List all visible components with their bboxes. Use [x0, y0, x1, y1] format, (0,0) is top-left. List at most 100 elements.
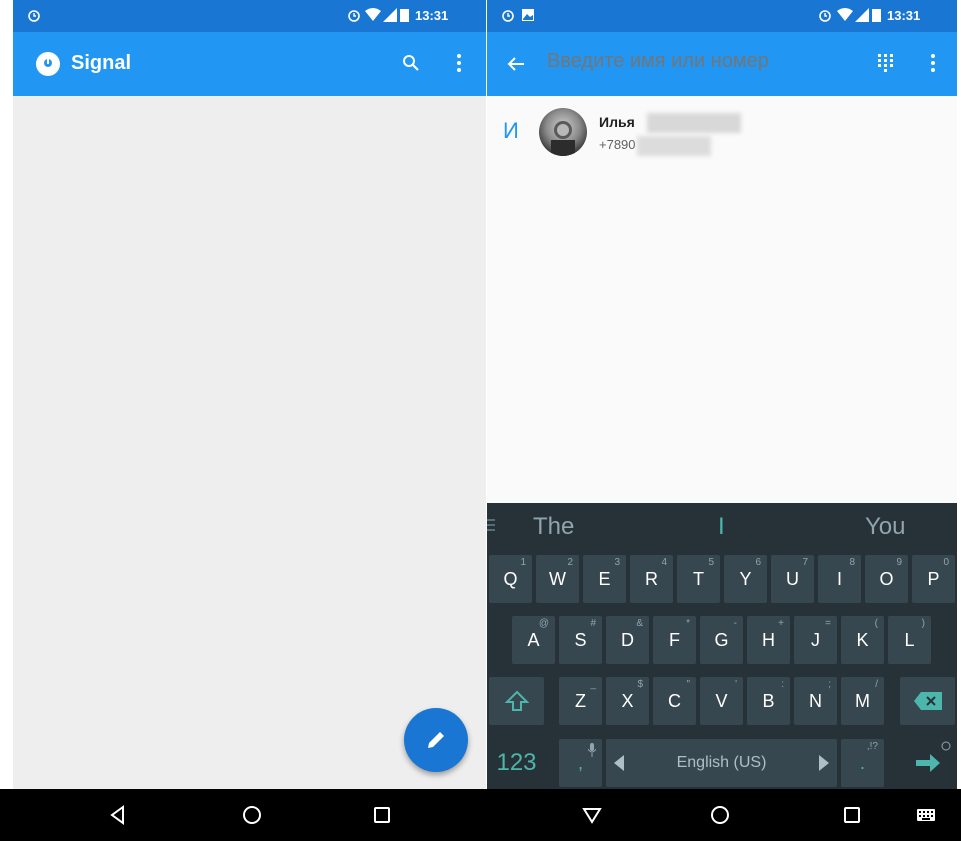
shift-icon [504, 690, 529, 711]
key-label: Y [739, 568, 752, 589]
key-label: C [668, 690, 681, 711]
key-d[interactable]: D & [606, 616, 649, 664]
key-label: , [577, 752, 583, 773]
key-f[interactable]: F * [653, 616, 696, 664]
back-arrow-icon[interactable] [507, 56, 525, 72]
recents-icon[interactable] [368, 801, 396, 829]
search-icon[interactable] [402, 54, 420, 72]
period-key[interactable]: .,!? [841, 739, 884, 787]
key-hint: _ [590, 679, 596, 690]
key-label: F [669, 629, 680, 650]
signal-icon [855, 8, 869, 22]
status-bar: 13:31 [13, 0, 486, 32]
key-p[interactable]: P0 [912, 555, 955, 603]
arrow-left-icon [614, 755, 624, 771]
status-time: 13:31 [887, 8, 921, 23]
key-q[interactable]: Q1 [489, 555, 532, 603]
key-n[interactable]: N; [794, 677, 837, 725]
key-l[interactable]: L) [888, 616, 931, 664]
key-label: J [811, 629, 820, 650]
recents-icon[interactable] [838, 801, 866, 829]
key-hint: 6 [755, 557, 761, 568]
home-icon[interactable] [238, 801, 266, 829]
backspace-key[interactable] [900, 677, 955, 725]
numbers-key[interactable]: 123 [489, 739, 544, 787]
key-j[interactable]: J = [794, 616, 837, 664]
dialpad-icon[interactable] [877, 53, 895, 73]
key-label: N [809, 690, 822, 711]
key-z[interactable]: Z _ [559, 677, 602, 725]
key-b[interactable]: B: [747, 677, 790, 725]
key-hint: 9 [896, 557, 902, 568]
key-e[interactable]: E3 [583, 555, 626, 603]
suggestion-right[interactable]: You [865, 513, 906, 541]
shift-key[interactable] [489, 677, 544, 725]
key-hint: 2 [567, 557, 573, 568]
menu-lines-icon[interactable] [487, 518, 497, 532]
key-hint: $ [637, 679, 643, 690]
key-x[interactable]: X $ [606, 677, 649, 725]
key-label: W [549, 568, 566, 589]
suggestion-middle[interactable]: I [718, 513, 725, 541]
key-label: S [574, 629, 587, 650]
back-down-icon[interactable] [578, 801, 606, 829]
overflow-menu-icon[interactable] [930, 53, 936, 73]
key-o[interactable]: O9 [865, 555, 908, 603]
key-i[interactable]: I8 [818, 555, 861, 603]
key-label: R [645, 568, 658, 589]
redacted-number [637, 136, 711, 156]
compose-fab[interactable] [404, 708, 468, 772]
back-icon[interactable] [104, 801, 132, 829]
keyboard-icon[interactable] [912, 801, 940, 829]
enter-key[interactable] [900, 739, 955, 787]
key-v[interactable]: V ' [700, 677, 743, 725]
contact-name: Илья [599, 114, 635, 130]
key-hint: & [636, 618, 643, 629]
key-hint: 3 [614, 557, 620, 568]
key-label: H [762, 629, 775, 650]
left-screen: 13:31 Signal [13, 0, 486, 827]
key-hint: ) [921, 618, 925, 629]
key-label: G [714, 629, 729, 650]
key-a[interactable]: A @ [512, 616, 555, 664]
key-label: E [598, 568, 611, 589]
key-hint: @ [538, 618, 549, 629]
key-label: D [621, 629, 634, 650]
key-t[interactable]: T5 [677, 555, 720, 603]
key-m[interactable]: M / [841, 677, 884, 725]
key-label: P [927, 568, 940, 589]
space-key[interactable]: English (US) [606, 739, 837, 787]
key-hint: ,!? [866, 741, 878, 752]
key-c[interactable]: C " [653, 677, 696, 725]
key-k[interactable]: K( [841, 616, 884, 664]
key-hint: " [686, 679, 690, 690]
key-u[interactable]: U7 [771, 555, 814, 603]
key-hint: 1 [520, 557, 526, 568]
search-input[interactable] [547, 50, 847, 73]
key-label: V [715, 690, 728, 711]
microphone-icon [588, 743, 596, 757]
key-h[interactable]: H + [747, 616, 790, 664]
key-label: K [856, 629, 869, 650]
wifi-icon [837, 8, 853, 21]
key-y[interactable]: Y6 [724, 555, 767, 603]
key-hint: ' [735, 679, 737, 690]
key-hint: - [733, 618, 737, 629]
key-w[interactable]: W2 [536, 555, 579, 603]
key-s[interactable]: S # [559, 616, 602, 664]
space-label: English (US) [676, 754, 767, 771]
key-label: . [859, 752, 865, 773]
key-r[interactable]: R4 [630, 555, 673, 603]
image-icon [522, 9, 534, 21]
suggestion-left[interactable]: The [533, 513, 574, 541]
status-time: 13:31 [415, 8, 449, 23]
overflow-menu-icon[interactable] [456, 53, 462, 73]
key-hint: + [778, 618, 784, 629]
enter-arrow-icon [915, 754, 940, 772]
key-label: X [621, 690, 634, 711]
alarm-icon [28, 10, 40, 22]
comma-key[interactable]: , [559, 739, 602, 787]
signal-logo-icon[interactable] [35, 51, 61, 77]
home-icon[interactable] [706, 801, 734, 829]
key-g[interactable]: G- [700, 616, 743, 664]
